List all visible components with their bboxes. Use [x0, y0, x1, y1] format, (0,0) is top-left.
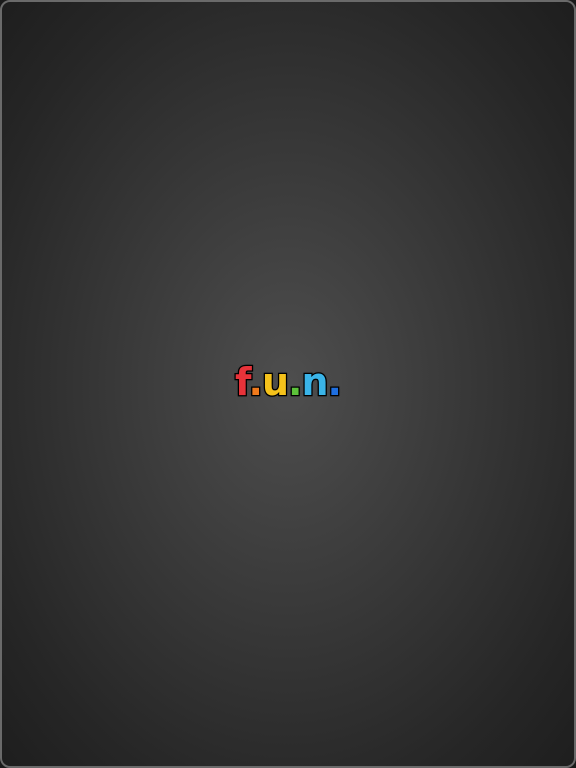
splash-screen: f.u.n. — [0, 0, 576, 768]
logo-letter-f: f — [234, 359, 251, 406]
logo-dot-2: . — [287, 359, 304, 406]
logo-dot-3: . — [326, 359, 343, 406]
logo-letter-n: n — [300, 359, 330, 406]
logo-letter-u: u — [261, 359, 291, 406]
logo-dot-1: . — [247, 359, 264, 406]
app-logo: f.u.n. — [2, 357, 574, 407]
